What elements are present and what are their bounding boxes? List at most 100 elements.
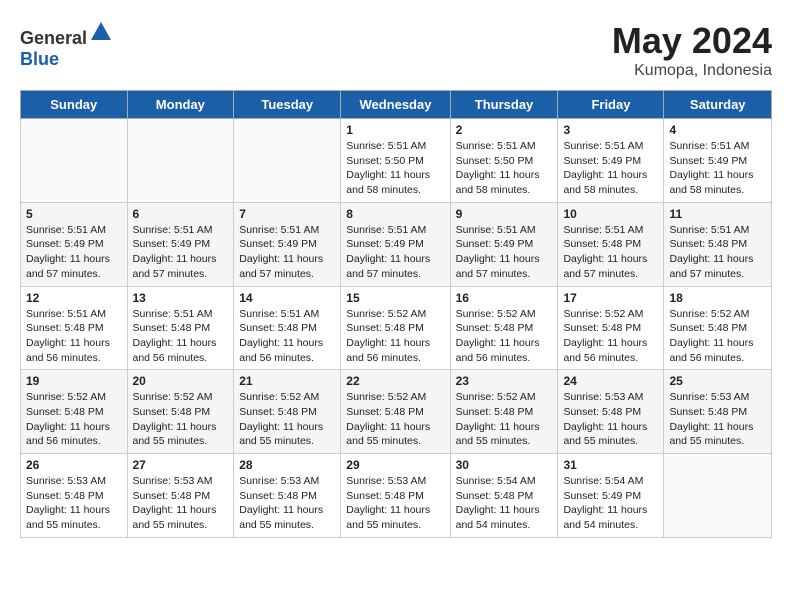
day-info: Sunrise: 5:53 AM Sunset: 5:48 PM Dayligh… <box>563 390 658 449</box>
calendar-cell: 15 Sunrise: 5:52 AM Sunset: 5:48 PM Dayli… <box>341 286 450 370</box>
day-number: 14 <box>239 291 335 305</box>
logo: General Blue <box>20 20 113 70</box>
day-info: Sunrise: 5:51 AM Sunset: 5:48 PM Dayligh… <box>563 223 658 282</box>
day-number: 10 <box>563 207 658 221</box>
calendar-cell: 16 Sunrise: 5:52 AM Sunset: 5:48 PM Dayli… <box>450 286 558 370</box>
calendar-cell: 20Sunrise: 5:52 AM Sunset: 5:48 PM Dayli… <box>127 370 234 454</box>
day-number: 8 <box>346 207 444 221</box>
calendar-cell: 6 Sunrise: 5:51 AM Sunset: 5:49 PM Daylig… <box>127 202 234 286</box>
day-info: Sunrise: 5:51 AM Sunset: 5:49 PM Dayligh… <box>669 139 766 198</box>
day-info: Sunrise: 5:53 AM Sunset: 5:48 PM Dayligh… <box>133 474 229 533</box>
day-number: 17 <box>563 291 658 305</box>
calendar-cell: 29Sunrise: 5:53 AM Sunset: 5:48 PM Dayli… <box>341 454 450 538</box>
day-info: Sunrise: 5:51 AM Sunset: 5:49 PM Dayligh… <box>563 139 658 198</box>
day-number: 24 <box>563 374 658 388</box>
day-info: Sunrise: 5:51 AM Sunset: 5:49 PM Dayligh… <box>133 223 229 282</box>
calendar-cell: 8 Sunrise: 5:51 AM Sunset: 5:49 PM Daylig… <box>341 202 450 286</box>
calendar-cell: 26Sunrise: 5:53 AM Sunset: 5:48 PM Dayli… <box>21 454 128 538</box>
day-info: Sunrise: 5:52 AM Sunset: 5:48 PM Dayligh… <box>563 307 658 366</box>
calendar-table: SundayMondayTuesdayWednesdayThursdayFrid… <box>20 90 772 538</box>
logo-text: General Blue <box>20 20 113 70</box>
calendar-cell <box>21 119 128 203</box>
day-number: 9 <box>456 207 553 221</box>
calendar-week-row: 5 Sunrise: 5:51 AM Sunset: 5:49 PM Daylig… <box>21 202 772 286</box>
logo-blue: Blue <box>20 49 59 69</box>
weekday-header: Thursday <box>450 91 558 119</box>
day-info: Sunrise: 5:51 AM Sunset: 5:48 PM Dayligh… <box>239 307 335 366</box>
day-number: 5 <box>26 207 122 221</box>
day-info: Sunrise: 5:51 AM Sunset: 5:49 PM Dayligh… <box>239 223 335 282</box>
day-info: Sunrise: 5:52 AM Sunset: 5:48 PM Dayligh… <box>456 390 553 449</box>
calendar-week-row: 1 Sunrise: 5:51 AM Sunset: 5:50 PM Daylig… <box>21 119 772 203</box>
day-info: Sunrise: 5:52 AM Sunset: 5:48 PM Dayligh… <box>346 307 444 366</box>
page-header: General Blue May 2024 Kumopa, Indonesia <box>20 20 772 80</box>
weekday-header: Saturday <box>664 91 772 119</box>
calendar-cell: 23 Sunrise: 5:52 AM Sunset: 5:48 PM Dayli… <box>450 370 558 454</box>
day-info: Sunrise: 5:52 AM Sunset: 5:48 PM Dayligh… <box>456 307 553 366</box>
day-number: 23 <box>456 374 553 388</box>
day-info: Sunrise: 5:54 AM Sunset: 5:48 PM Dayligh… <box>456 474 553 533</box>
day-number: 16 <box>456 291 553 305</box>
day-number: 31 <box>563 458 658 472</box>
day-number: 25 <box>669 374 766 388</box>
day-number: 11 <box>669 207 766 221</box>
calendar-cell: 9Sunrise: 5:51 AM Sunset: 5:49 PM Daylig… <box>450 202 558 286</box>
calendar-cell <box>664 454 772 538</box>
weekday-header: Sunday <box>21 91 128 119</box>
day-info: Sunrise: 5:53 AM Sunset: 5:48 PM Dayligh… <box>669 390 766 449</box>
calendar-cell: 12Sunrise: 5:51 AM Sunset: 5:48 PM Dayli… <box>21 286 128 370</box>
calendar-cell: 31Sunrise: 5:54 AM Sunset: 5:49 PM Dayli… <box>558 454 664 538</box>
calendar-week-row: 19 Sunrise: 5:52 AM Sunset: 5:48 PM Dayli… <box>21 370 772 454</box>
month-title: May 2024 <box>612 20 772 62</box>
location: Kumopa, Indonesia <box>612 62 772 80</box>
day-number: 15 <box>346 291 444 305</box>
day-number: 30 <box>456 458 553 472</box>
day-info: Sunrise: 5:53 AM Sunset: 5:48 PM Dayligh… <box>239 474 335 533</box>
calendar-cell: 27Sunrise: 5:53 AM Sunset: 5:48 PM Dayli… <box>127 454 234 538</box>
day-info: Sunrise: 5:51 AM Sunset: 5:48 PM Dayligh… <box>26 307 122 366</box>
title-area: May 2024 Kumopa, Indonesia <box>612 20 772 80</box>
calendar-cell: 11 Sunrise: 5:51 AM Sunset: 5:48 PM Dayli… <box>664 202 772 286</box>
calendar-cell: 22 Sunrise: 5:52 AM Sunset: 5:48 PM Dayli… <box>341 370 450 454</box>
calendar-cell: 25 Sunrise: 5:53 AM Sunset: 5:48 PM Dayli… <box>664 370 772 454</box>
day-number: 1 <box>346 123 444 137</box>
calendar-cell: 19 Sunrise: 5:52 AM Sunset: 5:48 PM Dayli… <box>21 370 128 454</box>
day-number: 7 <box>239 207 335 221</box>
logo-icon <box>89 20 113 44</box>
calendar-cell: 2 Sunrise: 5:51 AM Sunset: 5:50 PM Daylig… <box>450 119 558 203</box>
day-info: Sunrise: 5:52 AM Sunset: 5:48 PM Dayligh… <box>669 307 766 366</box>
calendar-cell: 21Sunrise: 5:52 AM Sunset: 5:48 PM Dayli… <box>234 370 341 454</box>
weekday-header: Monday <box>127 91 234 119</box>
calendar-cell: 10 Sunrise: 5:51 AM Sunset: 5:48 PM Dayli… <box>558 202 664 286</box>
day-info: Sunrise: 5:51 AM Sunset: 5:50 PM Dayligh… <box>456 139 553 198</box>
day-number: 28 <box>239 458 335 472</box>
calendar-cell: 14 Sunrise: 5:51 AM Sunset: 5:48 PM Dayli… <box>234 286 341 370</box>
day-info: Sunrise: 5:52 AM Sunset: 5:48 PM Dayligh… <box>26 390 122 449</box>
weekday-header-row: SundayMondayTuesdayWednesdayThursdayFrid… <box>21 91 772 119</box>
calendar-cell: 1Sunrise: 5:51 AM Sunset: 5:50 PM Daylig… <box>341 119 450 203</box>
calendar-cell: 24 Sunrise: 5:53 AM Sunset: 5:48 PM Dayli… <box>558 370 664 454</box>
day-info: Sunrise: 5:51 AM Sunset: 5:48 PM Dayligh… <box>669 223 766 282</box>
calendar-week-row: 12Sunrise: 5:51 AM Sunset: 5:48 PM Dayli… <box>21 286 772 370</box>
day-info: Sunrise: 5:51 AM Sunset: 5:49 PM Dayligh… <box>346 223 444 282</box>
day-number: 13 <box>133 291 229 305</box>
day-info: Sunrise: 5:52 AM Sunset: 5:48 PM Dayligh… <box>133 390 229 449</box>
day-number: 19 <box>26 374 122 388</box>
logo-general: General <box>20 28 87 48</box>
day-number: 22 <box>346 374 444 388</box>
day-info: Sunrise: 5:52 AM Sunset: 5:48 PM Dayligh… <box>239 390 335 449</box>
day-info: Sunrise: 5:51 AM Sunset: 5:49 PM Dayligh… <box>26 223 122 282</box>
weekday-header: Wednesday <box>341 91 450 119</box>
day-info: Sunrise: 5:53 AM Sunset: 5:48 PM Dayligh… <box>26 474 122 533</box>
calendar-week-row: 26Sunrise: 5:53 AM Sunset: 5:48 PM Dayli… <box>21 454 772 538</box>
day-info: Sunrise: 5:53 AM Sunset: 5:48 PM Dayligh… <box>346 474 444 533</box>
day-number: 6 <box>133 207 229 221</box>
calendar-cell: 13Sunrise: 5:51 AM Sunset: 5:48 PM Dayli… <box>127 286 234 370</box>
day-info: Sunrise: 5:52 AM Sunset: 5:48 PM Dayligh… <box>346 390 444 449</box>
calendar-cell: 18Sunrise: 5:52 AM Sunset: 5:48 PM Dayli… <box>664 286 772 370</box>
day-number: 2 <box>456 123 553 137</box>
calendar-cell <box>127 119 234 203</box>
calendar-cell: 5 Sunrise: 5:51 AM Sunset: 5:49 PM Daylig… <box>21 202 128 286</box>
calendar-cell: 28 Sunrise: 5:53 AM Sunset: 5:48 PM Dayli… <box>234 454 341 538</box>
calendar-cell: 30 Sunrise: 5:54 AM Sunset: 5:48 PM Dayli… <box>450 454 558 538</box>
